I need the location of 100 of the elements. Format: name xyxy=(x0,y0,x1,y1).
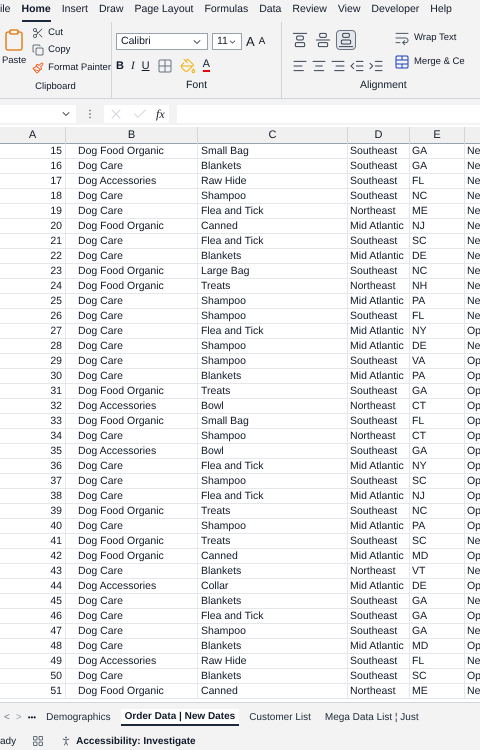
menu-tab[interactable]: Draw xyxy=(98,2,124,22)
bold-button[interactable]: B xyxy=(116,58,124,74)
italic-button[interactable]: I xyxy=(130,58,135,74)
cut-button[interactable]: Cut xyxy=(32,26,111,40)
sheet-tab[interactable]: Order Data | New Dates xyxy=(120,709,240,726)
column-header[interactable]: D xyxy=(348,127,410,144)
paste-button[interactable]: Paste xyxy=(0,26,28,80)
wrap-text-button[interactable]: Wrap Text xyxy=(394,30,465,46)
font-size-field[interactable]: 11 xyxy=(212,33,242,50)
paintbrush-icon[interactable] xyxy=(32,62,44,74)
align-right-icon[interactable] xyxy=(330,58,346,74)
table-cell-text: Ne xyxy=(466,309,480,323)
scissors-icon[interactable] xyxy=(32,27,44,40)
borders-icon[interactable] xyxy=(156,58,173,74)
grow-font-button[interactable]: A xyxy=(246,32,255,52)
table-cell: 19 xyxy=(0,204,66,218)
table-cell: DE xyxy=(410,579,465,593)
table-cell: GA xyxy=(410,384,465,398)
underline-button[interactable]: U xyxy=(142,58,150,74)
sheet-tab[interactable]: Demographics xyxy=(42,710,115,725)
table-cell: Blankets xyxy=(198,564,348,578)
table-cell: NY xyxy=(410,459,465,473)
table-cell: 16 xyxy=(0,159,66,173)
column-header[interactable]: E xyxy=(410,127,465,144)
table-cell: Northeast xyxy=(348,429,410,443)
table-cell: Northeast xyxy=(348,204,410,218)
table-cell: DE xyxy=(410,339,465,353)
table-cell-text: Ne xyxy=(466,279,480,293)
sheet-tab[interactable]: Mega Data List ¦ Just xyxy=(320,710,423,725)
menu-tab[interactable]: Data xyxy=(259,2,282,22)
format-painter-button[interactable]: Format Painter xyxy=(32,60,111,75)
align-left-icon[interactable] xyxy=(292,58,308,74)
menu-tab[interactable]: Help xyxy=(430,2,452,22)
table-cell: Dog Care xyxy=(66,189,198,203)
menu-tab[interactable]: Developer xyxy=(371,2,420,22)
column-header[interactable]: C xyxy=(198,127,348,144)
previous-sheet-button[interactable]: < xyxy=(4,710,10,725)
merge-icon[interactable] xyxy=(394,54,410,70)
copy-button[interactable]: Copy xyxy=(32,43,111,58)
table-cell: NC xyxy=(410,504,465,518)
vertical-align-button[interactable] xyxy=(313,30,333,50)
table-cell: Southeast xyxy=(348,189,410,203)
menu-tab[interactable]: Review xyxy=(292,2,327,22)
table-cell: Flea and Tick xyxy=(198,204,348,218)
table-cell: Bowl xyxy=(198,444,348,458)
table-cell-text: Ne xyxy=(466,174,480,188)
table-cell: Southeast xyxy=(348,624,410,638)
table-cell: Dog Care xyxy=(66,519,198,533)
table-cell: SC xyxy=(410,669,465,683)
sheet-tab[interactable]: Customer List xyxy=(245,710,315,725)
table-cell: Southeast xyxy=(348,504,410,518)
table-cell: Blankets xyxy=(198,594,348,608)
table-cell-text: Ne xyxy=(466,204,480,218)
table-cell-text: Ne xyxy=(466,264,480,278)
table-cell: Dog Care xyxy=(66,159,198,173)
shrink-font-button[interactable]: A xyxy=(258,34,266,50)
table-cell-text: Ne xyxy=(466,684,480,698)
column-header[interactable]: A xyxy=(0,127,66,144)
column-header[interactable]: B xyxy=(66,127,198,144)
table-cell: PA xyxy=(410,294,465,308)
indent-decrease-icon[interactable] xyxy=(349,58,365,74)
table-cell: Mid Atlantic xyxy=(348,324,410,338)
font-name-field[interactable]: Calibri xyxy=(116,33,208,50)
vertical-align-button[interactable] xyxy=(290,30,310,50)
accessibility-icon[interactable] xyxy=(60,735,72,747)
vertical-align-button[interactable] xyxy=(336,30,356,50)
table-cell: Mid Atlantic xyxy=(348,639,410,653)
align-center-icon[interactable] xyxy=(311,58,327,74)
table-cell: NJ xyxy=(410,489,465,503)
table-cell: 50 xyxy=(0,669,66,683)
table-cell: Southeast xyxy=(348,654,410,668)
table-cell: 31 xyxy=(0,384,66,398)
function-button[interactable]: fx xyxy=(156,105,165,123)
accessibility-button[interactable]: Accessibility: Investigate xyxy=(60,734,196,748)
copy-icon[interactable] xyxy=(32,44,44,56)
table-cell-text: Ne xyxy=(466,189,480,203)
table-cell: Shampoo xyxy=(198,189,348,203)
menu-tab[interactable]: ile xyxy=(0,2,11,22)
table-cell: PA xyxy=(410,519,465,533)
table-cell: Dog Food Organic xyxy=(66,534,198,548)
table-cell: 51 xyxy=(0,684,66,698)
table-cell: Small Bag xyxy=(198,414,348,428)
table-cell: Southeast xyxy=(348,144,410,158)
table-cell: Mid Atlantic xyxy=(348,249,410,263)
menu-tab[interactable]: View xyxy=(338,2,360,22)
menu-tab[interactable]: Page Layout xyxy=(134,2,194,22)
font-color-button[interactable]: A xyxy=(202,59,210,72)
merge-button[interactable]: Merge & Ce xyxy=(394,54,465,70)
table-cell: 33 xyxy=(0,414,66,428)
table-cell: 46 xyxy=(0,609,66,623)
menu-tab[interactable]: Formulas xyxy=(204,2,248,22)
sheet-view-icon[interactable] xyxy=(32,735,44,747)
more-sheets-button[interactable]: ••• xyxy=(28,712,36,724)
indent-increase-icon[interactable] xyxy=(368,58,384,74)
table-cell: Treats xyxy=(198,534,348,548)
table-cell: NY xyxy=(410,324,465,338)
wrap-text-icon[interactable] xyxy=(394,30,410,46)
group-label: Font xyxy=(184,78,208,94)
menu-tab[interactable]: Insert xyxy=(62,2,88,22)
table-cell-text: Ne xyxy=(466,594,480,608)
